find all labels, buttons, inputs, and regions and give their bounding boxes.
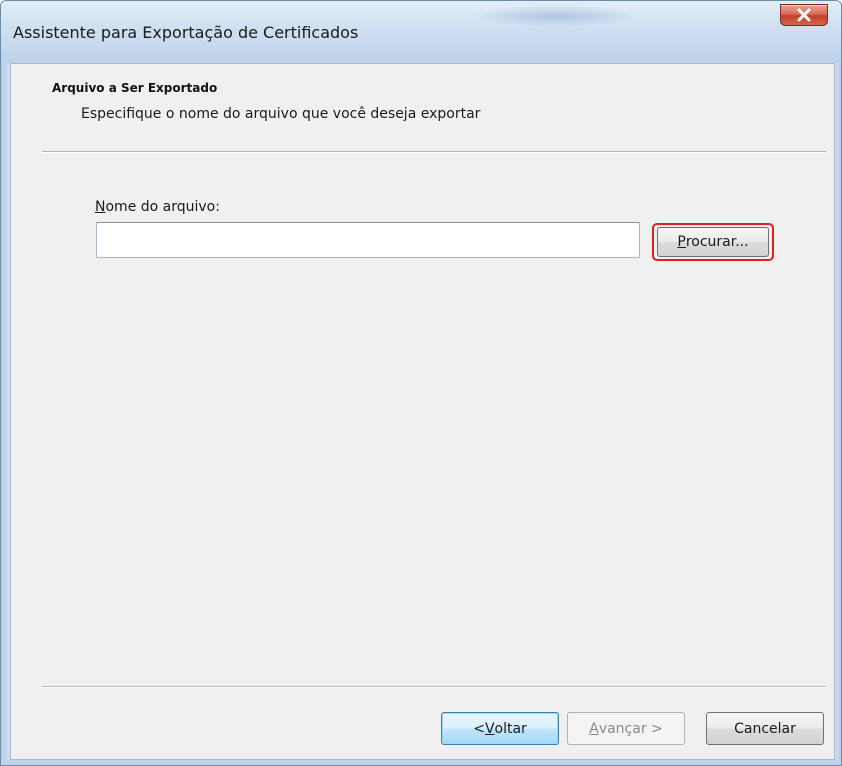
browse-accesskey: P <box>677 234 686 250</box>
page-subtitle: Especifique o nome do arquivo que você d… <box>81 106 481 122</box>
wizard-header: Arquivo a Ser Exportado Especifique o no… <box>11 64 834 152</box>
back-accesskey: V <box>484 720 495 737</box>
wizard-content: Arquivo a Ser Exportado Especifique o no… <box>10 63 835 760</box>
page-title: Arquivo a Ser Exportado <box>52 81 218 95</box>
browse-label: rocurar... <box>685 234 749 250</box>
window-title: Assistente para Exportação de Certificad… <box>13 23 359 42</box>
title-bar-glow <box>471 5 641 27</box>
window-left-border <box>1 63 10 765</box>
next-label: vançar > <box>598 720 663 737</box>
back-button[interactable]: < Voltar <box>441 712 559 745</box>
close-x-icon <box>796 8 812 22</box>
footer-divider <box>42 686 826 688</box>
browse-button[interactable]: Procurar... <box>657 227 769 257</box>
filename-label-text: ome do arquivo: <box>105 199 220 215</box>
next-accesskey: A <box>589 720 599 737</box>
title-bar[interactable]: Assistente para Exportação de Certificad… <box>1 1 841 63</box>
back-label: oltar <box>494 720 527 737</box>
window-bottom-border <box>1 760 841 765</box>
filename-label: Nome do arquivo: <box>95 199 220 215</box>
cancel-button[interactable]: Cancelar <box>706 712 824 745</box>
header-divider <box>42 151 826 153</box>
back-prefix: < <box>473 720 485 737</box>
close-button[interactable] <box>780 4 828 26</box>
filename-input[interactable] <box>96 222 640 258</box>
window-right-border <box>835 63 841 765</box>
export-wizard-window: Assistente para Exportação de Certificad… <box>0 0 842 766</box>
filename-label-accesskey: N <box>95 199 106 215</box>
next-button[interactable]: Avançar > <box>567 712 685 745</box>
